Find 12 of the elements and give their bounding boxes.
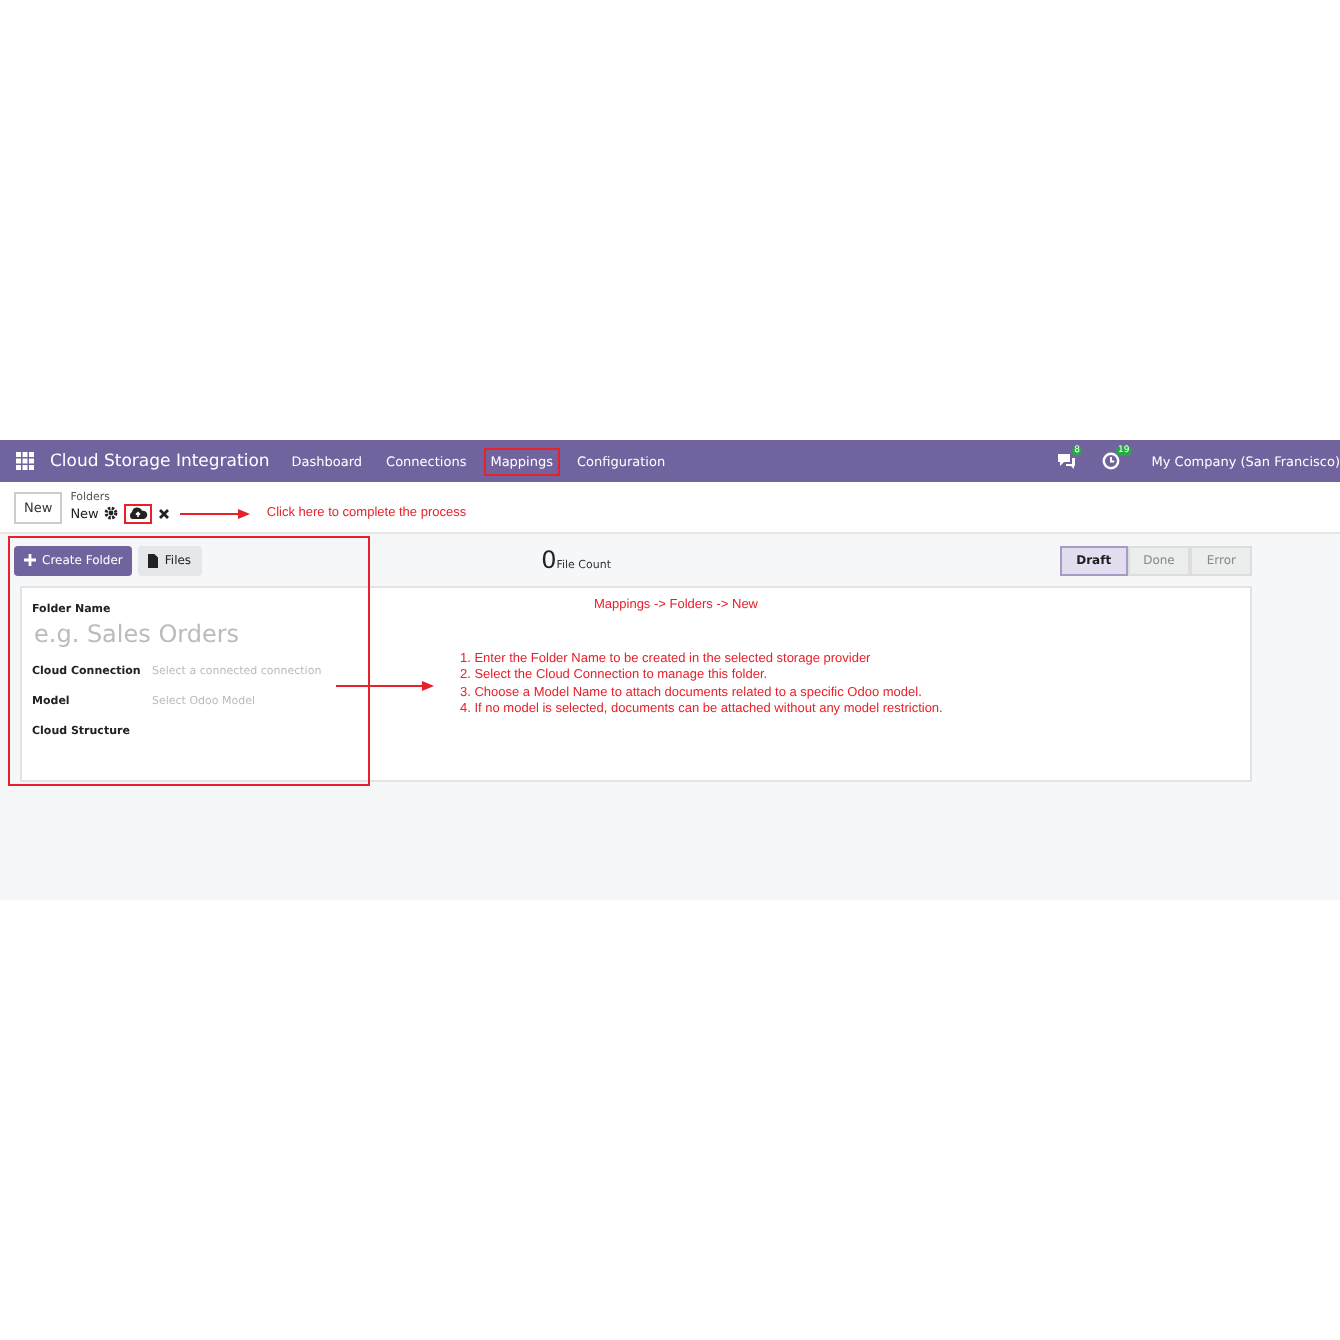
arrow-right-icon: [180, 507, 253, 519]
arrow-right-icon: [336, 679, 436, 692]
clock-icon[interactable]: [1102, 452, 1121, 470]
close-icon[interactable]: [158, 507, 171, 519]
plus-icon: [24, 554, 36, 566]
apps-menu-icon[interactable]: [16, 452, 34, 470]
file-icon: [148, 553, 159, 567]
cloud-upload-icon[interactable]: [124, 503, 153, 523]
stat-value: 0: [541, 546, 557, 574]
chat-icon[interactable]: [1056, 452, 1077, 470]
gear-icon[interactable]: [104, 506, 119, 520]
app-name[interactable]: Cloud Storage Integration: [50, 451, 270, 471]
